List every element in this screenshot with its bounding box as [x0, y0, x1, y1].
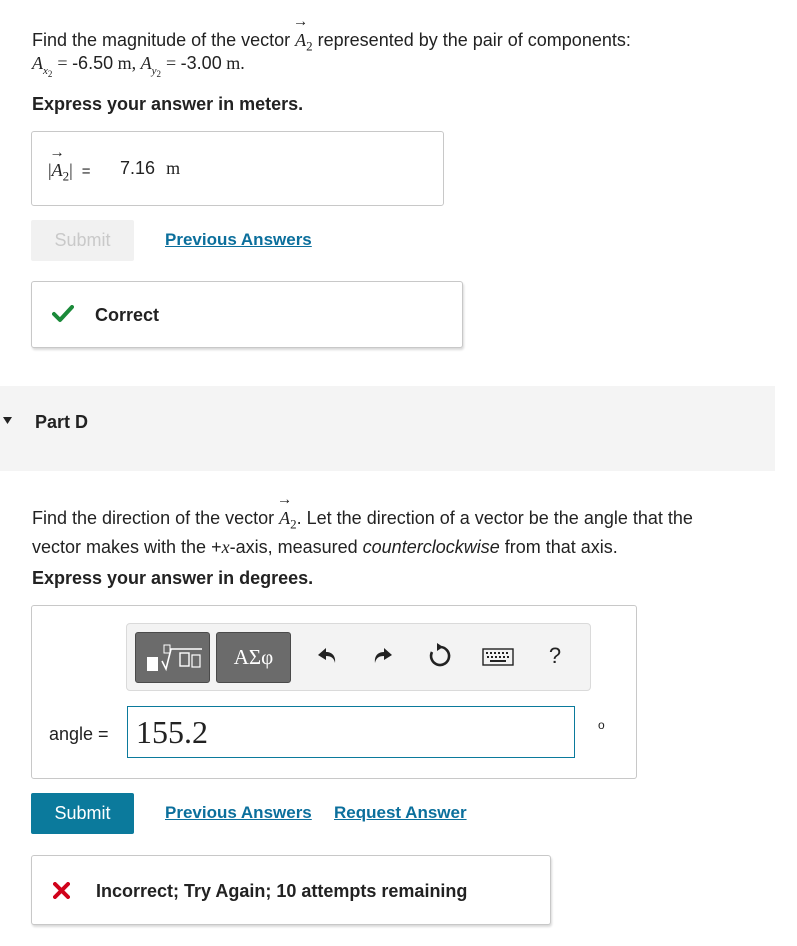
angle-input[interactable]: 155.2 [127, 706, 575, 758]
part-c-previous-answers-link[interactable]: Previous Answers [165, 230, 312, 250]
part-d-title: Part D [35, 412, 89, 432]
part-d-previous-answers-link[interactable]: Previous Answers [165, 803, 312, 823]
part-d-submit-button[interactable]: Submit [31, 793, 134, 834]
answer-unit: m [166, 158, 181, 178]
correct-feedback-box: Correct [31, 281, 463, 348]
part-d-header[interactable]: Part D [0, 386, 775, 471]
question-prefix: Find the magnitude of the vector [32, 30, 296, 50]
request-answer-link[interactable]: Request Answer [334, 803, 467, 823]
incorrect-feedback-box: Incorrect; Try Again; 10 attempts remain… [31, 855, 551, 925]
angle-label: angle = [49, 724, 109, 744]
vector-a2-d: → A2 [276, 491, 297, 532]
degree-unit: o [598, 718, 605, 732]
templates-icon [146, 644, 202, 671]
greek-icon: ΑΣφ [233, 645, 274, 669]
math-toolbar: ΑΣφ ? [126, 623, 591, 691]
question-suffix: represented by the pair of components: [312, 30, 631, 50]
check-icon [52, 305, 74, 322]
undo-icon[interactable] [316, 646, 338, 666]
vector-a2: → A2 [293, 13, 313, 54]
help-icon[interactable]: ? [543, 642, 567, 670]
part-d-instruction: Express your answer in degrees. [32, 568, 314, 588]
cross-icon [53, 882, 70, 899]
reset-icon[interactable] [427, 643, 453, 669]
part-d-answer-panel: ΑΣφ ? angle = 155.2 o [31, 605, 637, 779]
part-d-question: Find the direction of the vector → A2. Le… [32, 491, 693, 557]
incorrect-feedback-text: Incorrect; Try Again; 10 attempts remain… [96, 881, 468, 901]
part-c-submit-button[interactable]: Submit [31, 220, 134, 261]
part-c-instruction: Express your answer in meters. [32, 94, 304, 114]
correct-feedback-text: Correct [95, 305, 160, 325]
answer-value: 7.16 [120, 158, 156, 178]
greek-button[interactable]: ΑΣφ [216, 632, 291, 683]
keyboard-icon[interactable] [482, 648, 514, 666]
templates-button[interactable] [135, 632, 210, 683]
redo-icon[interactable] [372, 646, 394, 666]
components-line: Ax2 = -6.50 m, Ay2 = -3.00 m. [32, 53, 245, 79]
part-c-answer-box: | → A2| = 7.16 m [31, 131, 444, 206]
magnitude-label: | → A2| = [48, 144, 91, 184]
collapse-triangle-icon[interactable] [3, 416, 13, 426]
